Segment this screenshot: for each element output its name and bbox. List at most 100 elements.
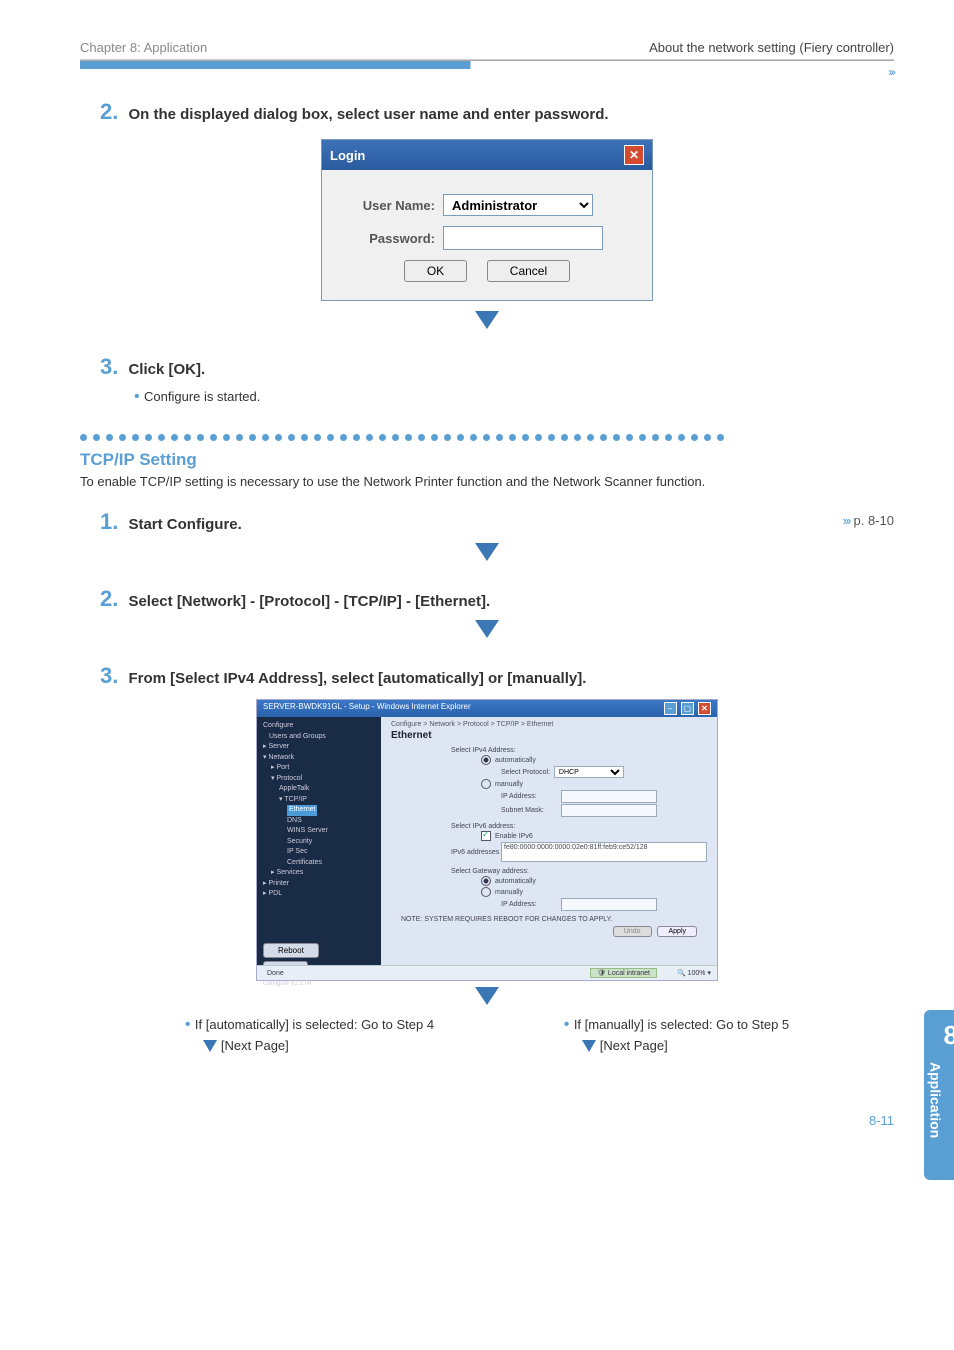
step-text: Click [OK]. [128, 361, 205, 378]
status-done: Done [267, 970, 284, 977]
flow-arrow [80, 311, 894, 334]
username-label: User Name: [340, 198, 435, 213]
sidebar-configure[interactable]: Configure [263, 721, 375, 732]
close-icon[interactable]: ✕ [624, 145, 644, 165]
flow-arrow [80, 543, 894, 566]
branch-auto: If [automatically] is selected: Go to St… [185, 1016, 434, 1034]
flow-arrow [80, 987, 894, 1010]
config-main: Configure > Network > Protocol > TCP/IP … [381, 717, 717, 967]
next-page-auto[interactable]: [Next Page] [203, 1038, 289, 1053]
configure-window: SERVER-BWDK91GL - Setup - Windows Intern… [256, 699, 718, 981]
gw-auto-radio[interactable] [481, 876, 491, 886]
tcpip-heading: TCP/IP Setting [80, 450, 894, 470]
ipv4-manual-radio[interactable] [481, 779, 491, 789]
ok-button[interactable]: OK [404, 260, 467, 282]
ipv4-group-label: Select IPv4 Address: [451, 747, 707, 754]
step-2a: 2. On the displayed dialog box, select u… [100, 99, 894, 125]
select-protocol-label: Select Protocol: [501, 769, 550, 776]
ipv4-auto-radio[interactable] [481, 755, 491, 765]
ipv4-auto-label: automatically [495, 757, 536, 764]
sidebar-network[interactable]: ▾ Network [263, 753, 375, 764]
ipv6-addr-label: IPv6 addresses [451, 849, 501, 856]
step-3a-sub: Configure is started. [134, 388, 894, 406]
reboot-button[interactable]: Reboot [263, 943, 319, 958]
sidebar-port[interactable]: ▸ Port [263, 763, 375, 774]
sidebar-appletalk[interactable]: AppleTalk [263, 784, 375, 795]
flow-arrow [80, 620, 894, 643]
close-icon[interactable]: ✕ [698, 702, 711, 715]
chapter-label: Chapter 8: Application [80, 40, 207, 55]
section-label: About the network setting (Fiery control… [649, 40, 894, 55]
enable-ipv6-check[interactable] [481, 831, 491, 841]
step-number: 2. [100, 586, 124, 612]
enable-ipv6-label: Enable IPv6 [495, 833, 533, 840]
chapter-num: 8 [944, 1020, 954, 1051]
sidebar-users[interactable]: Users and Groups [263, 732, 375, 743]
gw-manual-label: manually [495, 889, 523, 896]
ip-input[interactable] [561, 790, 657, 803]
step-text: From [Select IPv4 Address], select [auto… [128, 670, 586, 687]
sidebar-wins[interactable]: WINS Server [263, 826, 375, 837]
step-text: Select [Network] - [Protocol] - [TCP/IP]… [128, 593, 490, 610]
step-1b: 1. Start Configure. ›››p. 8-10 [100, 509, 894, 535]
sidebar-dns[interactable]: DNS [263, 816, 375, 827]
protocol-select[interactable]: DHCP [554, 766, 624, 778]
subnet-input[interactable] [561, 804, 657, 817]
login-title: Login [330, 148, 365, 163]
status-zone: 🛡 Local intranet [590, 968, 657, 978]
step-number: 3. [100, 354, 124, 380]
maximize-icon[interactable]: ▢ [681, 702, 694, 715]
subnet-label: Subnet Mask: [501, 807, 561, 814]
sidebar-printer[interactable]: ▸ Printer [263, 879, 375, 890]
step-number: 3. [100, 663, 124, 689]
login-dialog: Login ✕ User Name: Administrator Passwor… [321, 139, 653, 301]
sidebar-ethernet[interactable]: Ethernet [263, 805, 375, 816]
chevrons-decor: ››› [80, 65, 894, 79]
gw-ip-label: IP Address: [501, 901, 561, 908]
chapter-tab: 8 Application [924, 1010, 954, 1180]
branch-manual: If [manually] is selected: Go to Step 5 [564, 1016, 789, 1034]
reboot-note: NOTE: SYSTEM REQUIRES REBOOT FOR CHANGES… [401, 916, 707, 923]
section-divider-dots: for(let i=0;i<50;i++)document.write('<sp… [80, 428, 894, 446]
ipv6-list[interactable]: fe80:0000:0000:0000:02e0:81ff:feb9:ce52/… [501, 842, 707, 862]
version-label: Configure V2.1.04 [263, 980, 375, 989]
step-text: Start Configure. [128, 516, 241, 533]
sidebar-certificates[interactable]: Certificates [263, 858, 375, 869]
cancel-button[interactable]: Cancel [487, 260, 570, 282]
ipv4-manual-label: manually [495, 781, 523, 788]
next-page-manual[interactable]: [Next Page] [582, 1038, 668, 1053]
tcpip-body: To enable TCP/IP setting is necessary to… [80, 474, 894, 489]
sidebar-services[interactable]: ▸ Services [263, 868, 375, 879]
page-number: 8-11 [80, 1113, 894, 1128]
gw-ip-input[interactable] [561, 898, 657, 911]
sidebar-tcpip[interactable]: ▾ TCP/IP [263, 795, 375, 806]
step-3a: 3. Click [OK]. [100, 354, 894, 380]
username-select[interactable]: Administrator [443, 194, 593, 216]
step-2b: 2. Select [Network] - [Protocol] - [TCP/… [100, 586, 894, 612]
step-number: 2. [100, 99, 124, 125]
status-zoom[interactable]: 🔍 100% ▾ [677, 969, 711, 977]
step-number: 1. [100, 509, 124, 535]
config-sidebar: Configure Users and Groups ▸ Server ▾ Ne… [257, 717, 381, 967]
breadcrumb: Configure > Network > Protocol > TCP/IP … [391, 721, 707, 728]
gateway-group-label: Select Gateway address: [451, 868, 707, 875]
panel-title: Ethernet [391, 730, 707, 741]
page-reference[interactable]: ›››p. 8-10 [843, 513, 894, 528]
sidebar-pdl[interactable]: ▸ PDL [263, 889, 375, 900]
password-label: Password: [340, 231, 435, 246]
sidebar-server[interactable]: ▸ Server [263, 742, 375, 753]
password-input[interactable] [443, 226, 603, 250]
minimize-icon[interactable]: – [664, 702, 677, 715]
apply-button[interactable]: Apply [657, 926, 697, 937]
gw-manual-radio[interactable] [481, 887, 491, 897]
step-text: On the displayed dialog box, select user… [128, 106, 608, 123]
step-3b: 3. From [Select IPv4 Address], select [a… [100, 663, 894, 689]
ip-label: IP Address: [501, 793, 561, 800]
window-title: SERVER-BWDK91GL - Setup - Windows Intern… [263, 702, 471, 715]
gw-auto-label: automatically [495, 878, 536, 885]
branch-options: If [automatically] is selected: Go to St… [120, 1016, 854, 1053]
undo-button[interactable]: Undo [613, 926, 652, 937]
sidebar-security[interactable]: Security [263, 837, 375, 848]
sidebar-ipsec[interactable]: IP Sec [263, 847, 375, 858]
sidebar-protocol[interactable]: ▾ Protocol [263, 774, 375, 785]
